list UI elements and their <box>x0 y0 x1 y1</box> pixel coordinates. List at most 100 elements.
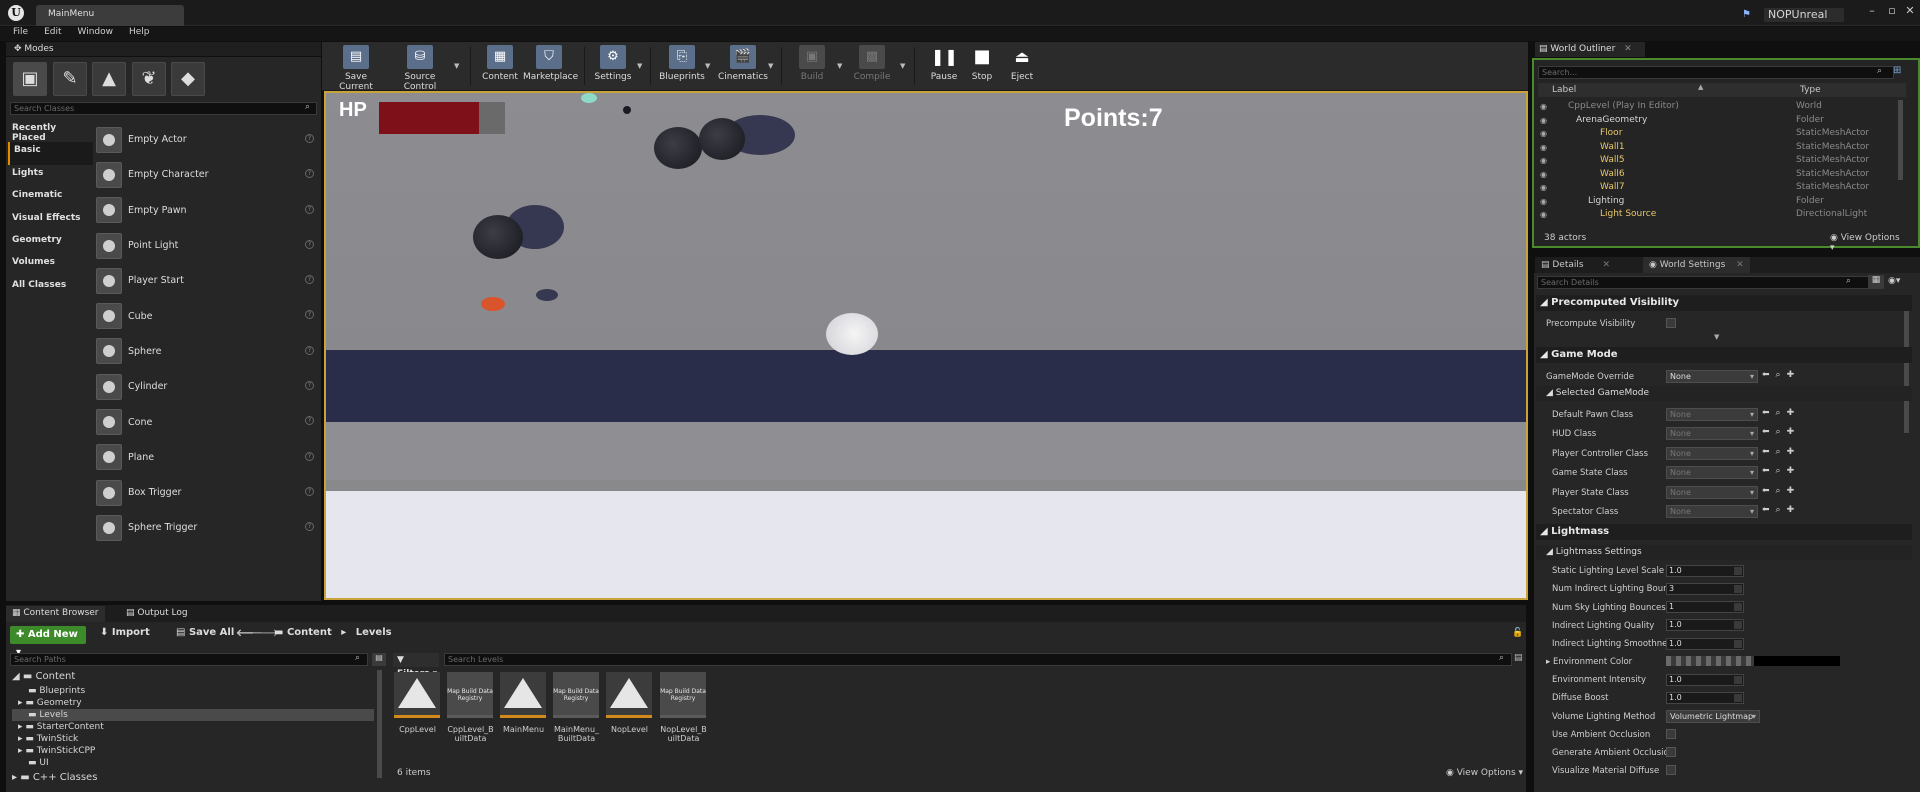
world-outliner-tab[interactable]: ▤ World Outliner ✕ <box>1535 42 1645 57</box>
geometry-mode-icon[interactable]: ◆ <box>171 62 205 96</box>
asset-tile[interactable]: MainMenu <box>500 672 547 734</box>
help-icon[interactable]: ? <box>305 310 314 320</box>
category-geometry[interactable]: Geometry <box>8 232 93 254</box>
default-pawn-class-combo[interactable]: None <box>1666 408 1758 421</box>
spectator-class-combo[interactable]: None <box>1666 505 1758 518</box>
outliner-row[interactable]: ◉ Wall7 StaticMeshActor <box>1538 181 1898 195</box>
tree-item-twinstick[interactable]: ▸ ▬ TwinStick <box>18 734 78 744</box>
asset-actions[interactable]: ⬅⌕✚ <box>1762 427 1800 437</box>
details-search-input[interactable]: Search Details <box>1537 276 1879 289</box>
blueprints-dropdown-icon[interactable]: ▼ <box>705 62 710 70</box>
search-icon[interactable]: ⌕ <box>355 653 360 663</box>
search-icon[interactable]: ⌕ <box>1877 66 1882 76</box>
asset-actions[interactable]: ⬅⌕✚ <box>1762 408 1800 418</box>
asset-tile[interactable]: Map Build Data Registry NopLevel_BuiltDat… <box>660 672 707 743</box>
indirect-lighting-quality-field[interactable]: 1.0 <box>1666 619 1744 631</box>
tree-root-content[interactable]: ◢ ▬ Content <box>12 671 75 682</box>
precompute-visibility-checkbox[interactable] <box>1666 318 1676 328</box>
unreal-logo-icon[interactable]: U <box>8 5 24 21</box>
environment-intensity-field[interactable]: 1.0 <box>1666 674 1744 686</box>
document-tab[interactable]: MainMenu <box>36 5 184 26</box>
class-item-box-trigger[interactable]: Box Trigger? <box>96 475 318 510</box>
search-levels-input[interactable]: Search Levels <box>444 653 1512 666</box>
help-icon[interactable]: ? <box>305 486 314 496</box>
environment-color-swatch[interactable] <box>1666 656 1754 666</box>
num-sky-bounces-field[interactable]: 1 <box>1666 601 1744 613</box>
environment-color-value[interactable] <box>1754 656 1840 666</box>
sort-icon[interactable]: ▲ <box>1698 83 1703 91</box>
lock-icon[interactable]: 🔓 <box>1512 628 1523 638</box>
source-control-status-icon[interactable]: ⚑ <box>1742 9 1756 21</box>
breadcrumb-levels[interactable]: Levels <box>356 627 392 638</box>
eye-icon[interactable]: ◉ <box>1540 102 1547 111</box>
player-controller-class-combo[interactable]: None <box>1666 447 1758 460</box>
eye-icon[interactable]: ◉ <box>1540 183 1547 192</box>
class-item-cone[interactable]: Cone? <box>96 404 318 439</box>
tree-item-starter-content[interactable]: ▸ ▬ StarterContent <box>18 722 104 732</box>
outliner-row[interactable]: ◉ Wall1 StaticMeshActor <box>1538 141 1898 155</box>
class-item-sphere[interactable]: Sphere? <box>96 334 318 369</box>
eye-icon[interactable]: ◉ <box>1540 143 1547 152</box>
save-search-icon[interactable]: ▤ <box>1514 653 1523 663</box>
category-all-classes[interactable]: All Classes <box>8 277 93 299</box>
help-icon[interactable]: ? <box>305 451 314 461</box>
minimize-icon[interactable]: – <box>1864 4 1880 18</box>
eye-icon[interactable]: ◉ <box>1540 210 1547 219</box>
expand-advanced-icon[interactable]: ▼ <box>1714 333 1719 341</box>
section-precomputed-visibility[interactable]: ◢ Precomputed Visibility <box>1536 295 1912 311</box>
num-indirect-bounces-field[interactable]: 3 <box>1666 583 1744 595</box>
landscape-mode-icon[interactable]: ▲ <box>92 62 126 96</box>
asset-tile[interactable]: NopLevel <box>606 672 653 734</box>
outliner-search-input[interactable]: Search... <box>1538 66 1894 79</box>
menu-edit[interactable]: Edit <box>44 27 61 41</box>
search-paths-input[interactable]: Search Paths <box>10 653 368 666</box>
outliner-row[interactable]: ◉ Wall5 StaticMeshActor <box>1538 154 1898 168</box>
outliner-row[interactable]: ◉ Floor StaticMeshActor <box>1538 127 1898 141</box>
search-icon[interactable]: ⌕ <box>1846 276 1851 286</box>
eject-button[interactable]: ⏏ Eject <box>1003 44 1041 88</box>
outliner-row[interactable]: ◉ Light Source DirectionalLight <box>1538 208 1898 222</box>
class-item-player-start[interactable]: Player Start? <box>96 263 318 298</box>
eye-icon[interactable]: ◉▾ <box>1888 276 1900 286</box>
help-icon[interactable]: ? <box>305 204 314 214</box>
use-ambient-occlusion-checkbox[interactable] <box>1666 729 1676 739</box>
class-item-sphere-trigger[interactable]: Sphere Trigger? <box>96 510 318 545</box>
tab-output-log[interactable]: ▤ Output Log <box>120 606 194 622</box>
eye-icon[interactable]: ◉ <box>1540 197 1547 206</box>
tree-item-levels[interactable]: ▬ Levels <box>28 710 68 720</box>
menu-file[interactable]: File <box>13 27 28 41</box>
eye-icon[interactable]: ◉ <box>1540 129 1547 138</box>
help-icon[interactable]: ? <box>305 381 314 391</box>
gamemode-override-combo[interactable]: None <box>1666 370 1758 383</box>
save-all-button[interactable]: ▤ Save All <box>176 627 234 643</box>
class-item-empty-character[interactable]: Empty Character? <box>96 157 318 192</box>
maximize-icon[interactable]: ▫ <box>1884 4 1900 18</box>
search-classes-input[interactable]: Search Classes <box>10 102 317 115</box>
tree-item-ui[interactable]: ▬ UI <box>28 758 49 768</box>
class-item-point-light[interactable]: Point Light? <box>96 228 318 263</box>
paint-mode-icon[interactable]: ✎ <box>53 62 87 96</box>
source-control-dropdown-icon[interactable]: ▼ <box>454 62 459 70</box>
help-icon[interactable]: ? <box>305 345 314 355</box>
outliner-row[interactable]: ◉ Lighting Folder <box>1538 195 1898 209</box>
build-button[interactable]: ▣ Build <box>790 44 834 88</box>
visualize-material-diffuse-checkbox[interactable] <box>1666 765 1676 775</box>
help-icon[interactable]: ? <box>305 239 314 249</box>
tab-world-settings[interactable]: ◉ World Settings ✕ <box>1643 257 1750 273</box>
class-item-empty-pawn[interactable]: Empty Pawn? <box>96 193 318 228</box>
category-recently-placed[interactable]: Recently Placed <box>8 120 93 143</box>
help-icon[interactable]: ? <box>305 169 314 179</box>
hud-class-combo[interactable]: None <box>1666 427 1758 440</box>
settings-button[interactable]: ⚙ Settings <box>592 44 634 88</box>
help-icon[interactable]: ? <box>305 416 314 426</box>
collections-toggle-icon[interactable]: ▤ <box>372 653 386 666</box>
asset-actions[interactable]: ⬅⌕✚ <box>1762 466 1800 476</box>
asset-actions[interactable]: ⬅⌕✚ <box>1762 447 1800 457</box>
game-state-class-combo[interactable]: None <box>1666 466 1758 479</box>
tree-item-cpp-classes[interactable]: ▸ ▬ C++ Classes <box>12 772 97 783</box>
category-visual-effects[interactable]: Visual Effects <box>8 210 93 232</box>
subsection-lightmass-settings[interactable]: ◢ Lightmass Settings <box>1536 545 1912 560</box>
asset-tile[interactable]: Map Build Data Registry CppLevel_BuiltDat… <box>447 672 494 743</box>
asset-actions[interactable]: ⬅⌕✚ <box>1762 505 1800 515</box>
view-options-button[interactable]: ◉ View Options ▾ <box>1830 233 1906 253</box>
